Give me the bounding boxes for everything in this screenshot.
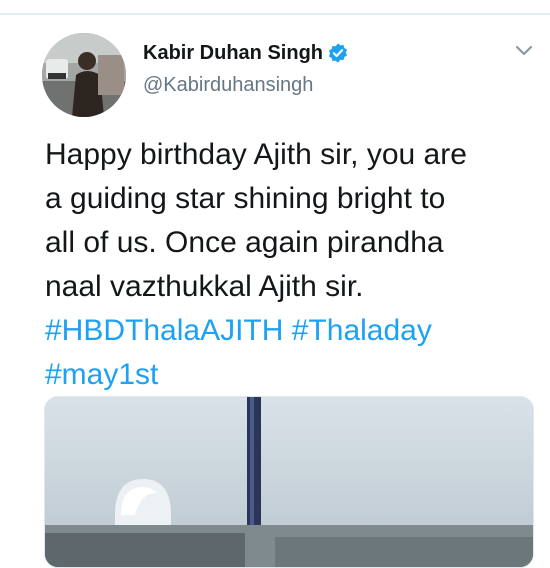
author-name[interactable]: Kabir Duhan Singh	[143, 42, 323, 65]
tweet-text-line: all of us. Once again pirandha	[45, 226, 444, 259]
tweet-text-line: a guiding star shining bright to	[45, 182, 446, 215]
hashtag-link[interactable]: #Thaladay	[292, 314, 432, 347]
chevron-down-icon[interactable]	[514, 44, 534, 58]
hashtag-link[interactable]: #may1st	[45, 358, 158, 391]
hashtag-link[interactable]: #HBDThalaAJITH	[45, 314, 283, 347]
author-handle[interactable]: @Kabirduhansingh	[143, 74, 313, 97]
tweet-text-line: Happy birthday Ajith sir, you are	[45, 138, 467, 171]
tweet-text-line: naal vazthukkal Ajith sir.	[45, 270, 364, 303]
tweet-card: Kabir Duhan Singh @Kabirduhansingh Happy…	[0, 0, 550, 568]
tweet-text: Happy birthday Ajith sir, you are a guid…	[45, 133, 525, 397]
avatar[interactable]	[42, 33, 126, 117]
verified-badge-icon	[328, 43, 348, 63]
tweet-media-image[interactable]	[44, 396, 534, 568]
hashtag-row: #HBDThalaAJITH #Thaladay	[45, 309, 525, 353]
hashtag-row: #may1st	[45, 353, 525, 397]
